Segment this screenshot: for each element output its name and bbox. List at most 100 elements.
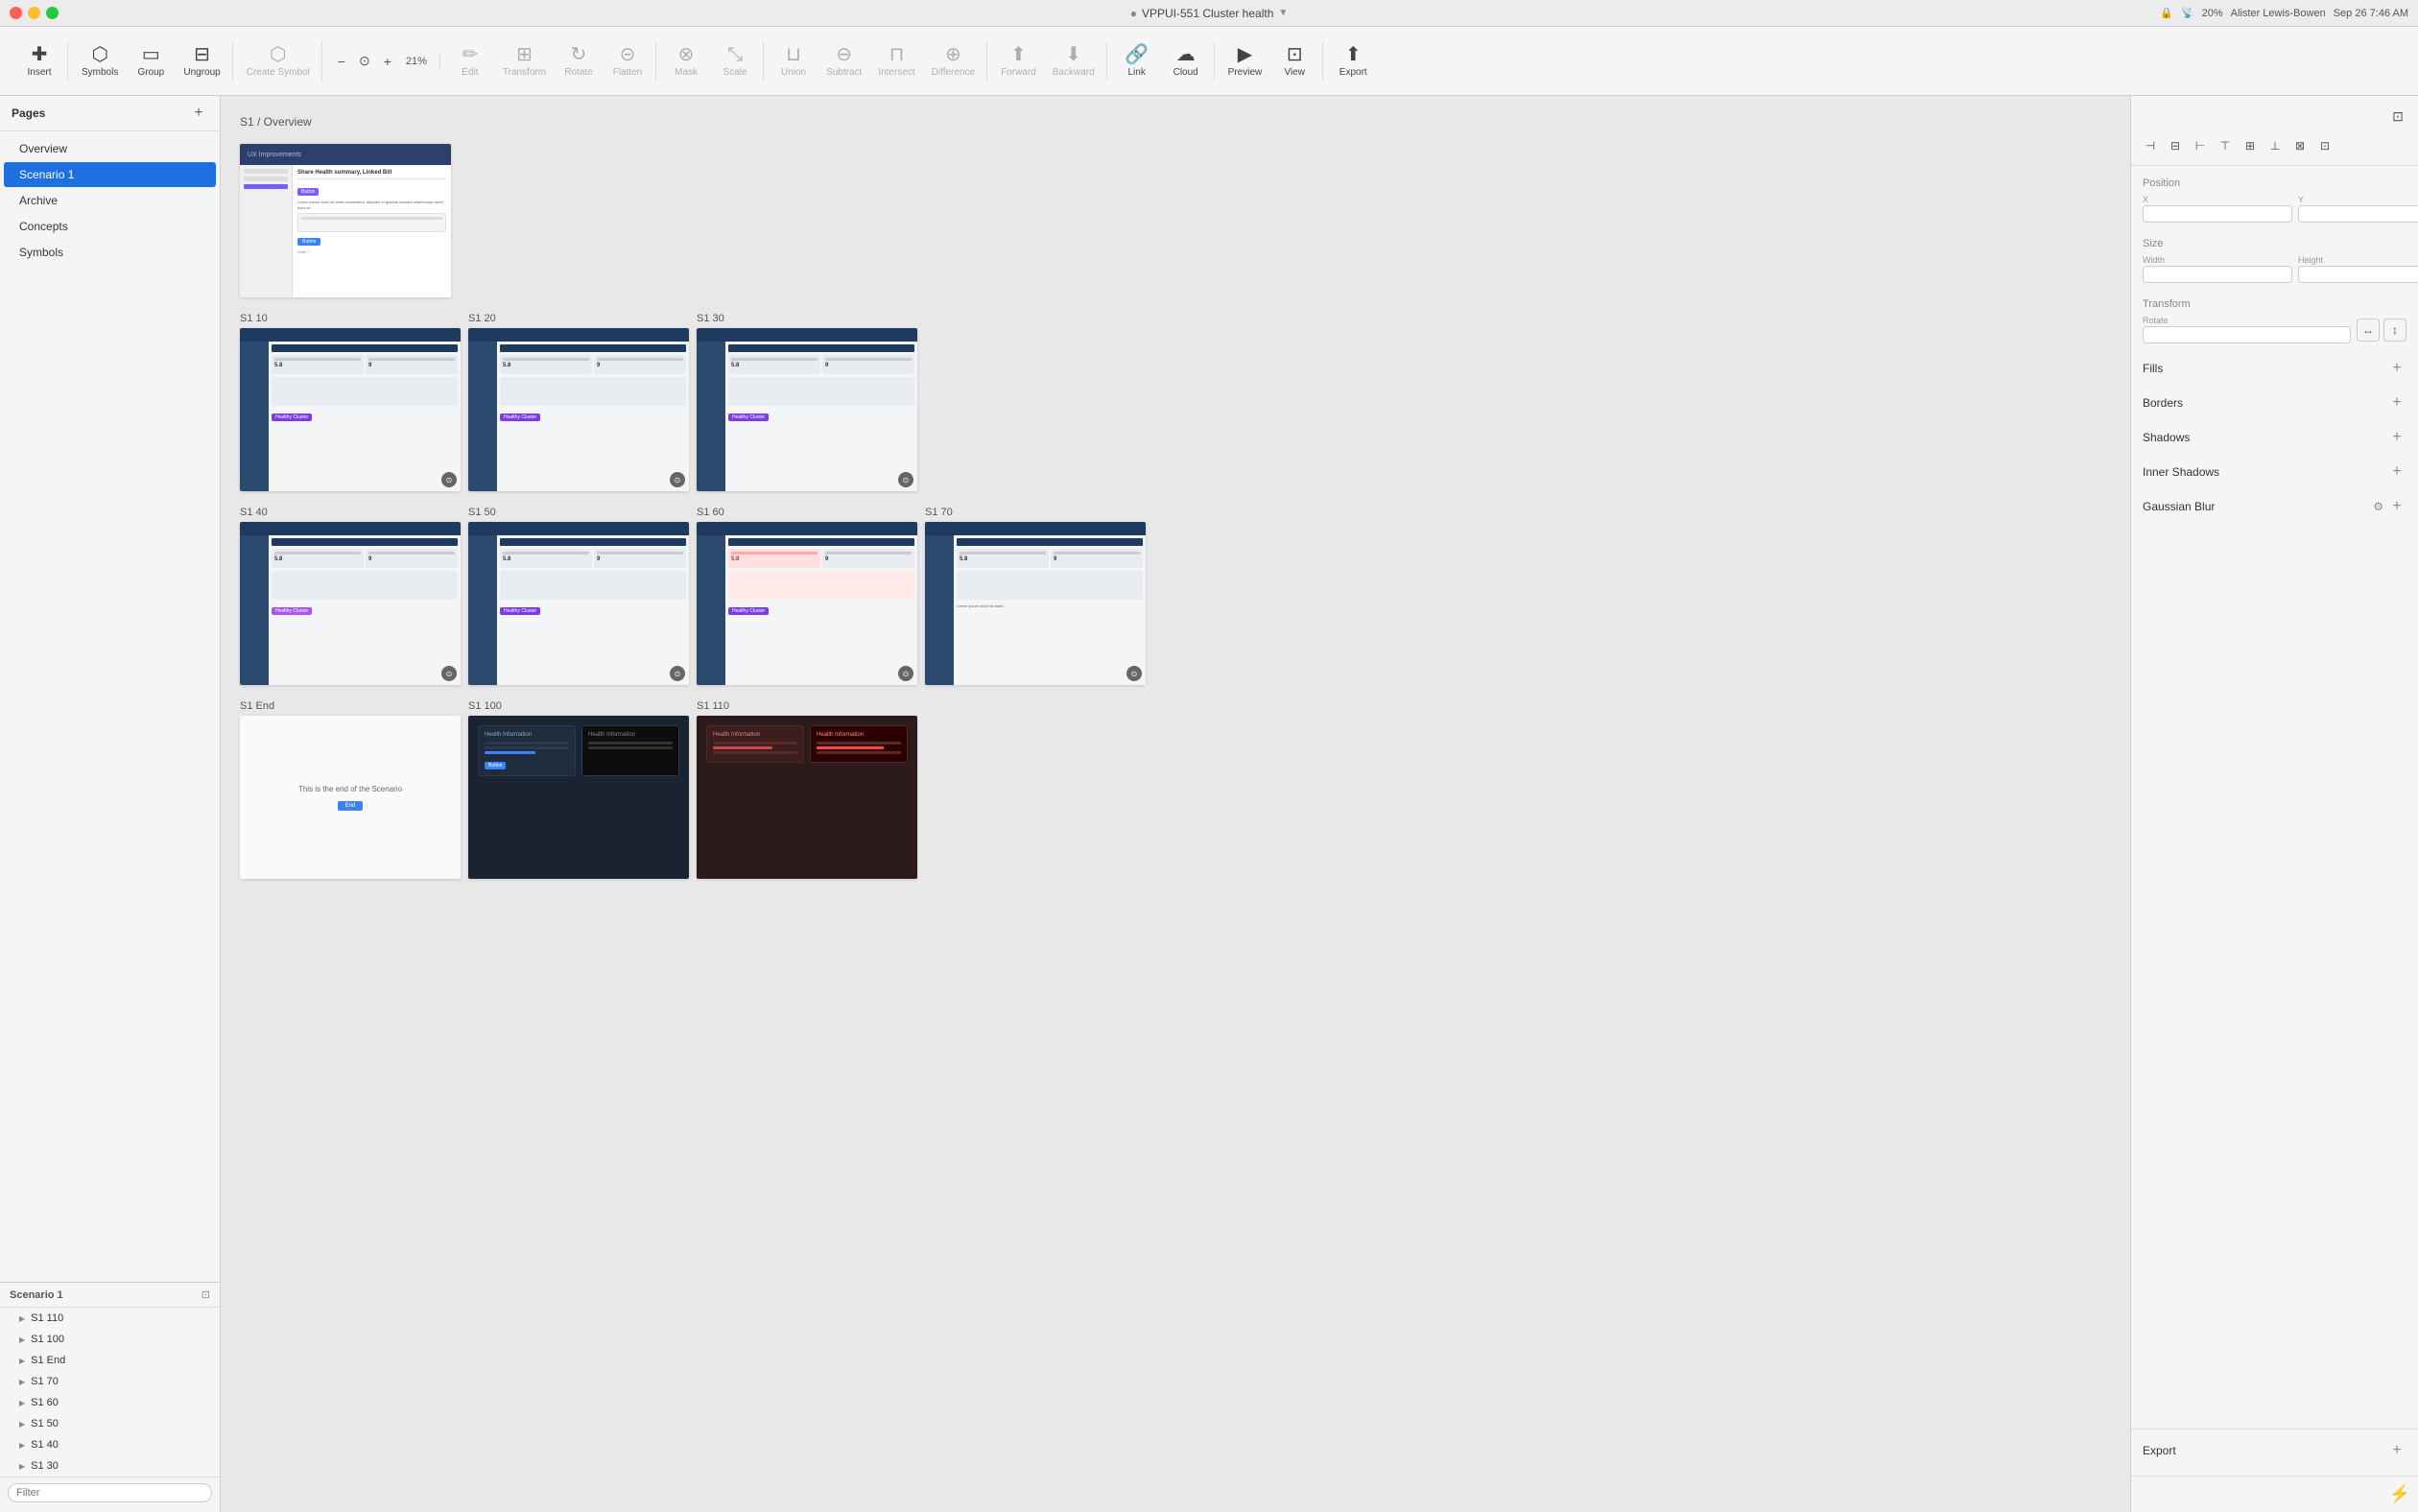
panel-collapse-button[interactable]: ⊡ bbox=[2385, 104, 2410, 129]
lightning-icon[interactable]: ⚡ bbox=[2389, 1484, 2410, 1503]
layer-s1-110[interactable]: ▶ S1 110 bbox=[0, 1308, 220, 1329]
align-center-v-button[interactable]: ⊞ bbox=[2239, 134, 2262, 157]
intersect-button[interactable]: ⊓ Intersect bbox=[870, 41, 922, 82]
gaussian-blur-header[interactable]: Gaussian Blur ⚙ + bbox=[2143, 497, 2406, 516]
backward-button[interactable]: ⬇ Backward bbox=[1045, 41, 1102, 82]
subtract-button[interactable]: ⊖ Subtract bbox=[818, 41, 869, 82]
symbols-button[interactable]: ⬡ Symbols bbox=[74, 41, 126, 82]
layer-s1-60[interactable]: ▶ S1 60 bbox=[0, 1392, 220, 1413]
inner-shadows-add-button[interactable]: + bbox=[2387, 462, 2406, 482]
layer-arrow: ▶ bbox=[19, 1378, 25, 1386]
align-bottom-button[interactable]: ⊥ bbox=[2264, 134, 2287, 157]
preview-button[interactable]: ▶ Preview bbox=[1221, 41, 1270, 82]
transform-button[interactable]: ⊞ Transform bbox=[495, 41, 554, 82]
layer-s1-30[interactable]: ▶ S1 30 bbox=[0, 1455, 220, 1477]
artboard-overview[interactable]: UX Improvements Share Health summary, Li… bbox=[240, 144, 451, 297]
flip-h-button[interactable]: ↔ bbox=[2357, 319, 2380, 342]
artboard-container-s1-end: S1 End This is the end of the Scenario E… bbox=[240, 700, 461, 879]
export-button[interactable]: ⬆ Export bbox=[1329, 41, 1377, 82]
minimize-button[interactable] bbox=[28, 7, 40, 19]
artboard-s1-50[interactable]: 5.8 9 Healthy Cluster ⊙ bbox=[468, 522, 689, 685]
gaussian-blur-add-button[interactable]: + bbox=[2387, 497, 2406, 516]
rotate-button[interactable]: ↻ Rotate bbox=[555, 41, 603, 82]
layer-arrow: ▶ bbox=[19, 1399, 25, 1407]
page-item-scenario1[interactable]: Scenario 1 bbox=[4, 162, 216, 187]
borders-title: Borders bbox=[2143, 396, 2183, 410]
x-input[interactable] bbox=[2143, 205, 2292, 223]
page-item-archive[interactable]: Archive bbox=[4, 188, 216, 213]
align-top-button[interactable]: ⊤ bbox=[2214, 134, 2237, 157]
flatten-button[interactable]: ⊝ Flatten bbox=[604, 41, 652, 82]
rotate-label: Rotate bbox=[2143, 316, 2351, 325]
y-input[interactable] bbox=[2298, 205, 2418, 223]
zoom-out-button[interactable]: − bbox=[332, 52, 351, 71]
page-item-concepts[interactable]: Concepts bbox=[4, 214, 216, 239]
ungroup-button[interactable]: ⊟ Ungroup bbox=[176, 41, 227, 82]
link-button[interactable]: 🔗 Link bbox=[1113, 41, 1161, 82]
align-right-button[interactable]: ⊢ bbox=[2189, 134, 2212, 157]
distribute-v-button[interactable]: ⊡ bbox=[2313, 134, 2336, 157]
create-symbol-button[interactable]: ⬡ Create Symbol bbox=[239, 41, 318, 82]
layer-s1-100[interactable]: ▶ S1 100 bbox=[0, 1329, 220, 1350]
borders-add-button[interactable]: + bbox=[2387, 393, 2406, 413]
layer-s1-50[interactable]: ▶ S1 50 bbox=[0, 1413, 220, 1434]
artboard-s1-40[interactable]: 5.8 9 Healthy Cluster ⊙ bbox=[240, 522, 461, 685]
align-section: ⊡ ⊣ ⊟ ⊢ ⊤ ⊞ ⊥ ⊠ ⊡ bbox=[2131, 96, 2418, 166]
artboard-container-s1-20: S1 20 5.8 bbox=[468, 313, 689, 491]
transform-label: Transform bbox=[2143, 298, 2406, 310]
close-button[interactable] bbox=[10, 7, 22, 19]
add-page-button[interactable]: + bbox=[189, 104, 208, 123]
artboard-s1-100[interactable]: Health Information Button Health Informa… bbox=[468, 716, 689, 879]
width-input[interactable] bbox=[2143, 266, 2292, 283]
export-add-button[interactable]: + bbox=[2387, 1441, 2406, 1460]
artboard-label-s1-end: S1 End bbox=[240, 700, 461, 712]
maximize-button[interactable] bbox=[46, 7, 59, 19]
export-header[interactable]: Export + bbox=[2143, 1441, 2406, 1460]
cloud-button[interactable]: ☁ Cloud bbox=[1162, 41, 1210, 82]
shadows-add-button[interactable]: + bbox=[2387, 428, 2406, 447]
layer-s1-40[interactable]: ▶ S1 40 bbox=[0, 1434, 220, 1455]
zoom-in-button[interactable]: + bbox=[378, 52, 397, 71]
artboard-s1-10[interactable]: 5.8 9 Healthy Cluster ⊙ bbox=[240, 328, 461, 491]
artboard-s1-110[interactable]: Health Information Health Information bbox=[697, 716, 917, 879]
distribute-h-button[interactable]: ⊠ bbox=[2288, 134, 2311, 157]
scale-button[interactable]: ⤡ Scale bbox=[711, 41, 759, 82]
mask-button[interactable]: ⊗ Mask bbox=[662, 41, 710, 82]
gaussian-blur-settings-icon[interactable]: ⚙ bbox=[2373, 500, 2383, 513]
view-button[interactable]: ⊡ View bbox=[1270, 41, 1318, 82]
artboard-s1-30[interactable]: 5.8 9 Healthy Cluster ⊙ bbox=[697, 328, 917, 491]
artboard-s1-20[interactable]: 5.8 9 Healthy Cluster ⊙ bbox=[468, 328, 689, 491]
union-button[interactable]: ⊔ Union bbox=[770, 41, 818, 82]
page-item-symbols[interactable]: Symbols bbox=[4, 240, 216, 265]
traffic-lights[interactable] bbox=[10, 7, 59, 19]
insert-button[interactable]: ✚ Insert bbox=[15, 41, 63, 82]
rotate-input[interactable] bbox=[2143, 326, 2351, 343]
canvas-area[interactable]: S1 / Overview UX Improvements bbox=[221, 96, 2130, 1512]
page-item-overview[interactable]: Overview bbox=[4, 136, 216, 161]
artboard-s1-end[interactable]: This is the end of the Scenario End bbox=[240, 716, 461, 879]
edit-button[interactable]: ✏ Edit bbox=[446, 41, 494, 82]
shadows-header[interactable]: Shadows + bbox=[2143, 428, 2406, 447]
filter-input[interactable] bbox=[8, 1483, 212, 1502]
artboard-container-s1-40: S1 40 5.8 bbox=[240, 507, 461, 685]
align-center-h-button[interactable]: ⊟ bbox=[2164, 134, 2187, 157]
difference-button[interactable]: ⊕ Difference bbox=[924, 41, 983, 82]
artboard-label-s1-60: S1 60 bbox=[697, 507, 917, 518]
layer-s1-70[interactable]: ▶ S1 70 bbox=[0, 1371, 220, 1392]
corner-icon-s1-60: ⊙ bbox=[898, 666, 913, 681]
zoom-fit-button[interactable]: ⊙ bbox=[355, 52, 374, 71]
inner-shadows-header[interactable]: Inner Shadows + bbox=[2143, 462, 2406, 482]
forward-button[interactable]: ⬆ Forward bbox=[993, 41, 1044, 82]
borders-header[interactable]: Borders + bbox=[2143, 393, 2406, 413]
artboard-s1-60[interactable]: 5.8 9 Healthy Cluster ⊙ bbox=[697, 522, 917, 685]
height-input[interactable] bbox=[2298, 266, 2418, 283]
layer-s1-end[interactable]: ▶ S1 End bbox=[0, 1350, 220, 1371]
align-left-button[interactable]: ⊣ bbox=[2139, 134, 2162, 157]
group-button[interactable]: ▭ Group bbox=[127, 41, 175, 82]
layer-label: S1 End bbox=[31, 1355, 65, 1366]
fills-header[interactable]: Fills + bbox=[2143, 359, 2406, 378]
fills-add-button[interactable]: + bbox=[2387, 359, 2406, 378]
width-label: Width bbox=[2143, 255, 2292, 265]
flip-v-button[interactable]: ↕ bbox=[2383, 319, 2406, 342]
artboard-s1-70[interactable]: 5.8 9 Lorem ipsum dolor sit amet... bbox=[925, 522, 1146, 685]
